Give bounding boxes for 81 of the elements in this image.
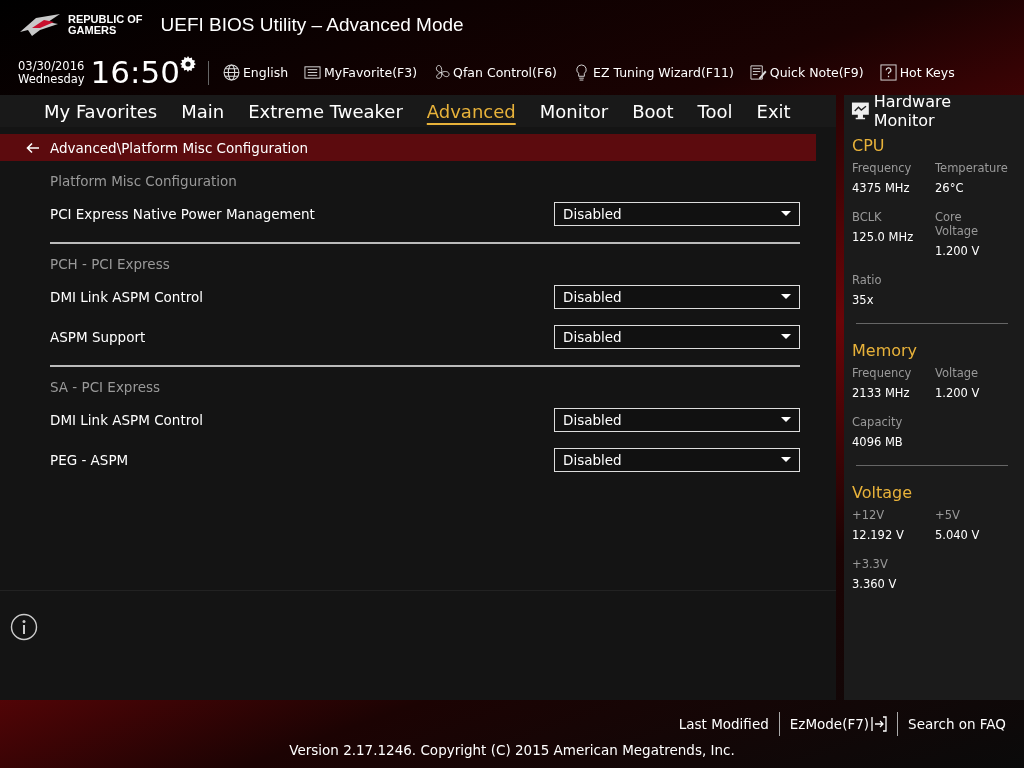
toolbar-button[interactable]: English [214, 64, 297, 81]
monitor-section-title: Voltage [852, 482, 912, 502]
footer-link[interactable]: Last Modified [668, 716, 779, 732]
copyright-text: Version 2.17.1246. Copyright (C) 2015 American Megatrends, Inc. [289, 742, 735, 758]
menu-tab[interactable]: Tool [685, 95, 745, 127]
menu-tab[interactable]: Monitor [527, 95, 621, 127]
setting-label[interactable]: PCI Express Native Power Management [50, 206, 315, 222]
note-icon [749, 64, 767, 81]
reading-value: 2133 MHz [852, 386, 911, 400]
settings-icon[interactable] [179, 56, 196, 72]
caret-icon [781, 211, 791, 217]
exit-icon [871, 716, 888, 732]
monitor-icon [851, 101, 870, 121]
toolbar-button[interactable]: EZ Tuning Wizard(F11) [565, 64, 742, 81]
reading-label: Capacity [852, 415, 904, 429]
setting-label[interactable]: DMI Link ASPM Control [50, 289, 203, 305]
caret-icon [781, 457, 791, 463]
menu-tab[interactable]: Advanced [414, 95, 528, 127]
setting-label[interactable]: PEG - ASPM [50, 452, 129, 468]
clock-time: 16:50 [90, 57, 180, 88]
reading-label: Frequency [852, 366, 913, 380]
setting-label[interactable]: ASPM Support [50, 329, 146, 345]
reading-value: 3.360 V [852, 577, 898, 591]
dropdown[interactable]: Disabled [554, 325, 800, 349]
reading-label: +3.3V [852, 557, 889, 571]
caret-icon [781, 417, 791, 423]
reading-label: +12V [852, 508, 886, 522]
menu-tab[interactable]: Extreme Tweaker [236, 95, 415, 127]
section-heading: SA - PCI Express [50, 378, 161, 395]
window-title: UEFI BIOS Utility – Advanced Mode [160, 14, 464, 36]
breadcrumb-path: Advanced\Platform Misc Configuration [50, 139, 309, 156]
reading-value: 1.200 V [935, 386, 981, 400]
menu-tab[interactable]: My Favorites [32, 95, 170, 127]
reading-label: +5V [935, 508, 961, 522]
monitor-section-title: CPU [852, 135, 885, 155]
help-icon [879, 64, 897, 81]
brand-name: GAMERS [68, 25, 118, 36]
reading-value: 5.040 V [935, 528, 981, 542]
caret-icon [781, 334, 791, 340]
reading-label: BCLK [852, 210, 883, 224]
fan-icon [433, 64, 451, 81]
caret-icon [781, 294, 791, 300]
reading-label: Core Voltage [935, 210, 980, 238]
footer-link[interactable]: Search on FAQ [898, 716, 1016, 732]
setting-label[interactable]: DMI Link ASPM Control [50, 412, 203, 428]
toolbar-button[interactable]: Quick Note(F9) [741, 64, 872, 81]
back-arrow-icon[interactable] [26, 141, 40, 154]
reading-label: Temperature [935, 161, 1008, 175]
brand-name: REPUBLIC OF [68, 14, 143, 25]
reading-value: 4375 MHz [852, 181, 911, 195]
monitor-section-title: Memory [852, 340, 918, 360]
section-heading: Platform Misc Configuration [50, 172, 237, 189]
reading-label: Voltage [935, 366, 980, 380]
toolbar-button[interactable]: Qfan Control(F6) [425, 64, 565, 81]
toolbar-button[interactable]: Hot Keys [871, 64, 963, 81]
menu-tab[interactable]: Exit [744, 95, 803, 127]
reading-value: 26°C [935, 181, 965, 195]
list-icon [304, 64, 322, 81]
menu-tab[interactable]: Main [169, 95, 237, 127]
day-text: Wednesday [18, 72, 85, 86]
reading-value: 125.0 MHz [852, 230, 915, 244]
reading-value: 4096 MB [852, 435, 904, 449]
section-heading: PCH - PCI Express [50, 255, 170, 272]
menu-tab[interactable]: Boot [620, 95, 686, 127]
reading-label: Ratio [852, 273, 883, 287]
panel-title: Hardware Monitor [873, 92, 952, 130]
reading-value: 35x [852, 293, 875, 307]
reading-label: Frequency [852, 161, 913, 175]
lightbulb-icon [573, 64, 590, 81]
dropdown[interactable]: Disabled [554, 408, 800, 432]
toolbar-button[interactable]: MyFavorite(F3) [296, 64, 426, 81]
date-text: 03/30/2016 [18, 59, 85, 73]
footer-link[interactable]: EzMode(F7) [779, 716, 898, 732]
globe-icon [222, 64, 240, 81]
reading-value: 1.200 V [935, 244, 981, 258]
reading-value: 12.192 V [852, 528, 905, 542]
dropdown[interactable]: Disabled [554, 285, 800, 309]
dropdown[interactable]: Disabled [554, 448, 800, 472]
dropdown[interactable]: Disabled [554, 202, 800, 226]
info-icon [10, 613, 38, 641]
logo-icon [18, 12, 62, 38]
